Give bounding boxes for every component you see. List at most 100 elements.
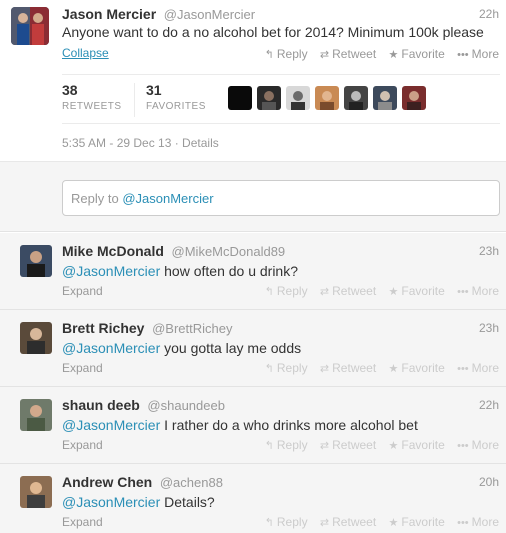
author-line: shaun deeb @shaundeeb: [62, 397, 225, 413]
favoriter-avatar[interactable]: [286, 86, 310, 110]
author-screen-name[interactable]: @shaundeeb: [147, 398, 225, 413]
avatar[interactable]: [20, 322, 52, 354]
author-line: Mike McDonald @MikeMcDonald89: [62, 243, 285, 259]
retweet-icon: ⇄: [319, 286, 330, 298]
tweet-time[interactable]: 22h: [479, 7, 499, 21]
author-fullname[interactable]: Mike McDonald: [62, 243, 164, 259]
tweet-time[interactable]: 23h: [479, 244, 499, 258]
retweet-button[interactable]: ⇄ Retweet: [320, 438, 376, 452]
more-label: More: [471, 284, 499, 298]
retweets-stat[interactable]: 38 RETWEETS: [62, 82, 122, 112]
expand-link[interactable]: Expand: [62, 438, 103, 452]
reply-button[interactable]: ↰ Reply: [265, 361, 308, 375]
mention-link[interactable]: @JasonMercier: [62, 263, 160, 279]
avatar[interactable]: [20, 476, 52, 508]
reply-tweet[interactable]: shaun deeb @shaundeeb 22h @JasonMercier …: [0, 387, 506, 464]
mention-link[interactable]: @JasonMercier: [62, 494, 160, 510]
favoriter-avatar[interactable]: [344, 86, 368, 110]
more-dots-icon: •••: [457, 49, 469, 61]
favorite-button[interactable]: ★ Favorite: [389, 361, 445, 375]
favoriter-avatar[interactable]: [315, 86, 339, 110]
author-screen-name[interactable]: @BrettRichey: [152, 321, 232, 336]
tweet-text: @JasonMercier how often do u drink?: [62, 263, 298, 279]
reply-button[interactable]: ↰ Reply: [265, 438, 308, 452]
favoriter-avatar[interactable]: [228, 86, 252, 110]
favorites-label: FAVORITES: [146, 101, 206, 112]
tweet-time[interactable]: 23h: [479, 321, 499, 335]
more-button[interactable]: ••• More: [457, 284, 499, 298]
favorite-button[interactable]: ★ Favorite: [389, 438, 445, 452]
author-line: Jason Mercier @JasonMercier: [62, 6, 255, 22]
expand-link[interactable]: Expand: [62, 284, 103, 298]
reply-tweet[interactable]: Mike McDonald @MikeMcDonald89 23h @Jason…: [0, 233, 506, 310]
reply-button[interactable]: ↰ Reply: [265, 515, 308, 529]
tweet-body: I rather do a who drinks more alcohol be…: [160, 417, 418, 433]
favoriter-avatar[interactable]: [373, 86, 397, 110]
expand-link[interactable]: Expand: [62, 361, 103, 375]
author-fullname[interactable]: shaun deeb: [62, 397, 140, 413]
more-button[interactable]: ••• More: [457, 361, 499, 375]
author-fullname[interactable]: Jason Mercier: [62, 6, 156, 22]
favorite-button[interactable]: ★ Favorite: [389, 47, 445, 61]
reply-input-prefix: Reply to: [71, 191, 123, 206]
more-button[interactable]: ••• More: [457, 47, 499, 61]
reply-icon: ↰: [264, 363, 274, 375]
expand-link[interactable]: Expand: [62, 515, 103, 529]
favorites-stat[interactable]: 31 FAVORITES: [146, 82, 206, 112]
tweet-time[interactable]: 22h: [479, 398, 499, 412]
tweet-time[interactable]: 20h: [479, 475, 499, 489]
star-icon: ★: [388, 49, 399, 61]
retweet-button[interactable]: ⇄ Retweet: [320, 47, 376, 61]
author-screen-name[interactable]: @MikeMcDonald89: [172, 244, 286, 259]
author-screen-name[interactable]: @achen88: [160, 475, 223, 490]
author-fullname[interactable]: Brett Richey: [62, 320, 144, 336]
mention-link[interactable]: @JasonMercier: [62, 340, 160, 356]
star-icon: ★: [388, 363, 399, 375]
mention-link[interactable]: @JasonMercier: [62, 417, 160, 433]
collapse-link[interactable]: Collapse: [62, 46, 109, 60]
more-dots-icon: •••: [457, 517, 469, 529]
avatar[interactable]: [20, 399, 52, 431]
reply-icon: ↰: [264, 49, 274, 61]
reply-tweet[interactable]: Andrew Chen @achen88 20h @JasonMercier D…: [0, 464, 506, 533]
avatar[interactable]: [11, 7, 49, 45]
retweet-button[interactable]: ⇄ Retweet: [320, 515, 376, 529]
reply-button[interactable]: ↰ Reply: [265, 284, 308, 298]
favorite-label: Favorite: [401, 515, 445, 529]
retweet-icon: ⇄: [319, 517, 330, 529]
reply-button[interactable]: ↰ Reply: [265, 47, 308, 61]
stat-divider: [134, 83, 135, 117]
reply-label: Reply: [276, 438, 308, 452]
reply-label: Reply: [276, 284, 308, 298]
reply-icon: ↰: [264, 440, 274, 452]
tweet-timestamp-details[interactable]: 5:35 AM - 29 Dec 13 · Details: [62, 136, 219, 150]
retweet-button[interactable]: ⇄ Retweet: [320, 361, 376, 375]
avatar[interactable]: [20, 245, 52, 277]
reply-label: Reply: [276, 361, 308, 375]
retweet-label: Retweet: [332, 361, 377, 375]
tweet-actions: ↰ Reply ⇄ Retweet ★ Favorite ••• More: [256, 515, 499, 529]
more-button[interactable]: ••• More: [457, 438, 499, 452]
favorite-button[interactable]: ★ Favorite: [389, 284, 445, 298]
more-button[interactable]: ••• More: [457, 515, 499, 529]
favorite-label: Favorite: [401, 47, 445, 61]
favoriter-avatar[interactable]: [257, 86, 281, 110]
retweet-label: Retweet: [332, 47, 377, 61]
reply-icon: ↰: [264, 286, 274, 298]
retweet-button[interactable]: ⇄ Retweet: [320, 284, 376, 298]
author-screen-name[interactable]: @JasonMercier: [164, 7, 255, 22]
tweet-actions: ↰ Reply ⇄ Retweet ★ Favorite ••• More: [256, 361, 499, 375]
reply-tweet[interactable]: Brett Richey @BrettRichey 23h @JasonMerc…: [0, 310, 506, 387]
tweet-text: @JasonMercier Details?: [62, 494, 215, 510]
retweet-icon: ⇄: [319, 363, 330, 375]
star-icon: ★: [388, 517, 399, 529]
favorite-button[interactable]: ★ Favorite: [389, 515, 445, 529]
more-dots-icon: •••: [457, 286, 469, 298]
tweet-body: Details?: [160, 494, 215, 510]
favoriter-avatar[interactable]: [402, 86, 426, 110]
tweet-conversation: Jason Mercier @JasonMercier 22h Anyone w…: [0, 0, 506, 533]
reply-input[interactable]: Reply to @JasonMercier: [62, 180, 500, 216]
author-line: Brett Richey @BrettRichey: [62, 320, 232, 336]
author-fullname[interactable]: Andrew Chen: [62, 474, 152, 490]
more-dots-icon: •••: [457, 440, 469, 452]
